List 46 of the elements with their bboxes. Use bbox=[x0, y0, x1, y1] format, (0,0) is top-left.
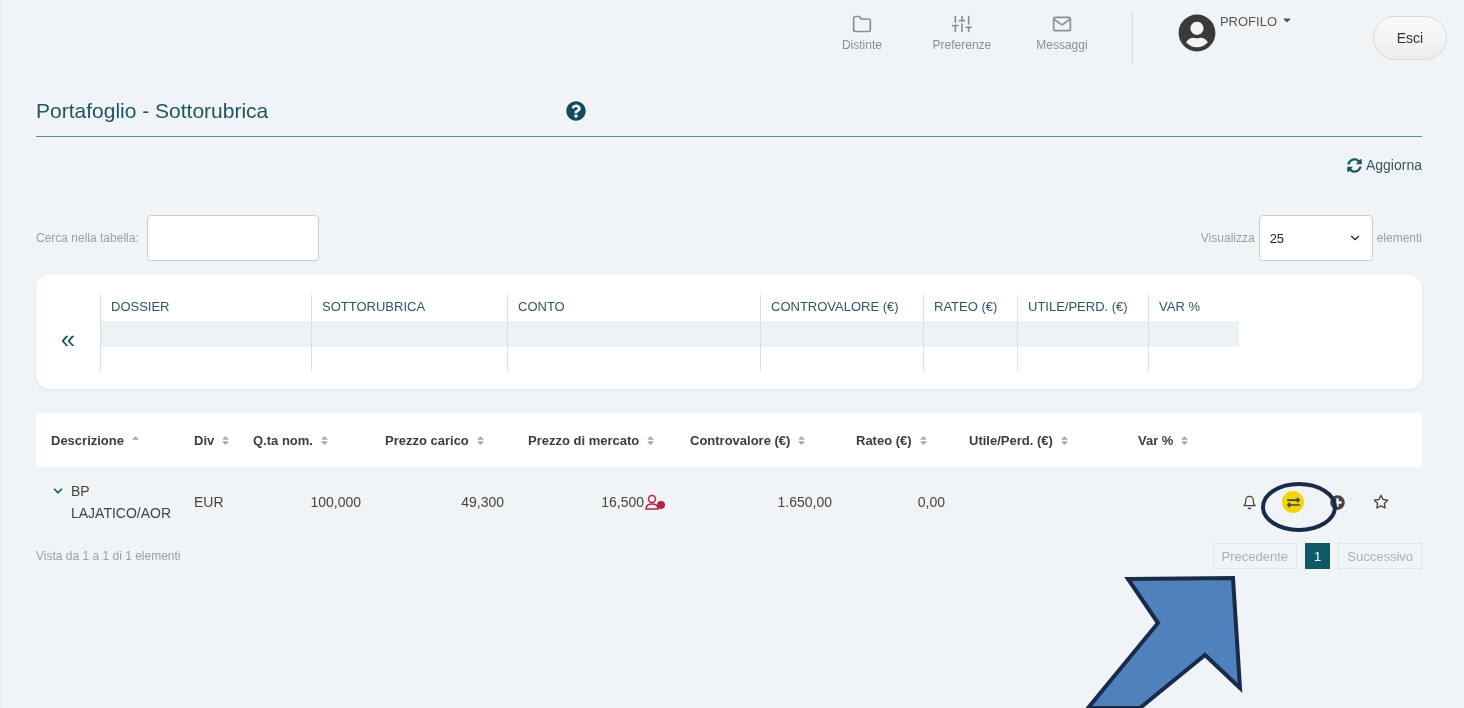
table-cell: 100,000 bbox=[310, 494, 361, 510]
star-icon bbox=[1373, 494, 1389, 510]
table-cell: 1.650,00 bbox=[777, 494, 832, 510]
column-header[interactable]: Var % bbox=[1138, 432, 1238, 448]
collapse-button[interactable]: « bbox=[36, 295, 100, 371]
page-size-label: Visualizza bbox=[1200, 231, 1255, 245]
summary-header: CONTROVALORE (€) bbox=[770, 298, 900, 316]
help-icon[interactable] bbox=[566, 101, 586, 121]
page-size-suffix: elementi bbox=[1376, 231, 1422, 245]
column-header[interactable]: Div bbox=[194, 432, 253, 448]
column-header[interactable]: Q.ta nom. bbox=[253, 432, 385, 448]
column-header[interactable]: Prezzo di mercato bbox=[528, 432, 690, 448]
table-cell-text: BP LAJATICO/AOR bbox=[71, 482, 172, 523]
table-cell: 0,00 bbox=[917, 494, 945, 510]
table-info: Vista da 1 a 1 di 1 elementi bbox=[36, 549, 181, 563]
bell-icon bbox=[1241, 494, 1257, 510]
logout-button[interactable]: Esci bbox=[1373, 16, 1447, 60]
sliders-icon bbox=[951, 14, 972, 34]
summary-header: SOTTORUBRICA bbox=[321, 298, 427, 316]
summary-header: VAR % bbox=[1158, 298, 1201, 316]
exchange-icon bbox=[1286, 495, 1300, 509]
summary-header: DOSSIER bbox=[110, 298, 171, 316]
page-size-select[interactable]: 25 bbox=[1258, 215, 1373, 261]
folder-icon bbox=[851, 14, 872, 34]
summary-header: CONTO bbox=[517, 298, 566, 316]
refresh-icon bbox=[1346, 157, 1362, 173]
summary-header: RATEO (€) bbox=[933, 298, 999, 316]
column-header[interactable]: Descrizione bbox=[36, 432, 194, 448]
column-header[interactable]: Prezzo carico bbox=[385, 432, 528, 448]
page-button[interactable]: 1 bbox=[1305, 543, 1331, 569]
summary-header: UTILE/PERD. (€) bbox=[1027, 298, 1129, 316]
column-header[interactable]: Utile/Perd. (€) bbox=[969, 432, 1138, 448]
profile-menu[interactable]: PROFILO bbox=[1177, 10, 1293, 56]
column-header[interactable]: Rateo (€) bbox=[856, 432, 969, 448]
table-cell: 49,300 bbox=[461, 494, 504, 510]
table-cell: EUR bbox=[194, 494, 224, 510]
mail-icon bbox=[1051, 14, 1072, 34]
table-cell: 16,500 bbox=[601, 494, 644, 510]
refresh-button[interactable]: Aggiorna bbox=[1346, 157, 1422, 173]
avatar-icon bbox=[1177, 14, 1216, 52]
exchange-button[interactable] bbox=[1282, 491, 1304, 513]
search-field[interactable] bbox=[146, 215, 319, 261]
user-alert-icon bbox=[644, 494, 666, 510]
page-title: Portafoglio - Sottorubrica bbox=[36, 99, 270, 123]
search-label: Cerca nella tabella: bbox=[36, 231, 139, 245]
column-header[interactable]: Controvalore (€) bbox=[690, 432, 856, 448]
